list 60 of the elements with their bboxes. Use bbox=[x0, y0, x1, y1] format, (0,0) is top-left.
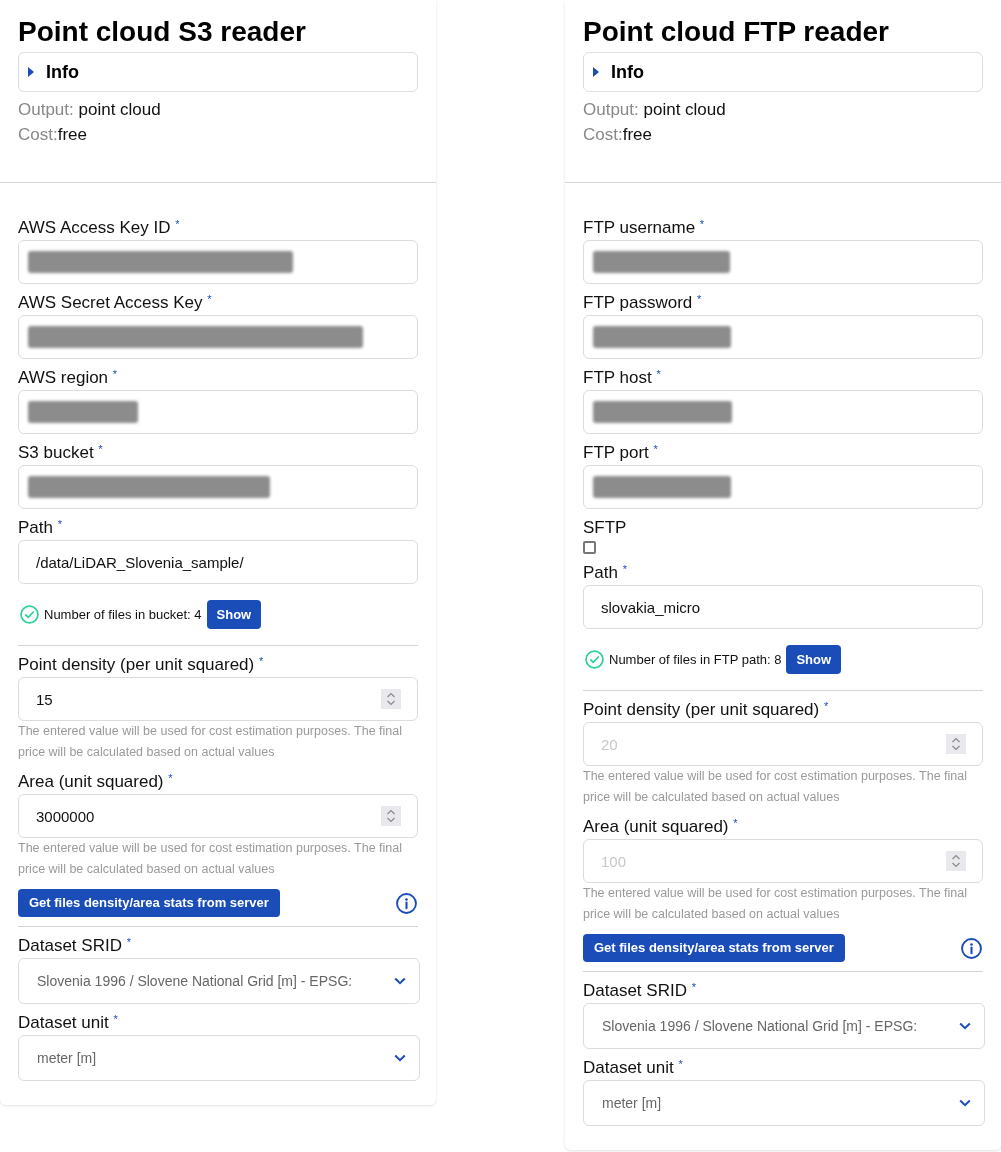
show-button[interactable]: Show bbox=[786, 645, 842, 674]
dropdown[interactable]: Slovenia 1996 / Slovene National Grid [m] - EPSG: bbox=[583, 1003, 985, 1049]
field-label: Area (unit squared) $^{*}$ bbox=[583, 815, 738, 838]
caret-icon bbox=[28, 67, 34, 77]
info-toggle[interactable]: Info bbox=[583, 52, 983, 92]
field-label: Path $^{*}$ bbox=[583, 561, 627, 584]
show-button[interactable]: Show bbox=[206, 600, 262, 629]
text-field[interactable]: slovakia_micro bbox=[583, 585, 983, 629]
check-circle-icon bbox=[585, 650, 604, 669]
field-label: FTP port $^{*}$ bbox=[583, 441, 658, 464]
field-label: Dataset SRID $^{*}$ bbox=[18, 934, 131, 957]
info-icon[interactable] bbox=[396, 892, 417, 914]
field-label: Point density (per unit squared) $^{*}$ bbox=[583, 698, 829, 721]
check-circle-icon bbox=[20, 605, 39, 624]
info-icon[interactable] bbox=[961, 937, 982, 959]
help-text: The entered value will be used for cost estimation purposes. The final price will be calculated based on actual values bbox=[18, 723, 403, 761]
dropdown[interactable]: meter [m] bbox=[583, 1080, 985, 1126]
field-label: FTP username $^{*}$ bbox=[583, 216, 705, 239]
stepper-icon[interactable] bbox=[381, 806, 401, 826]
field-label: Path $^{*}$ bbox=[18, 516, 62, 539]
stats-button[interactable]: Get files density/area stats from server bbox=[583, 934, 845, 962]
field-label: FTP password $^{*}$ bbox=[583, 291, 702, 314]
field-label: AWS Access Key ID $^{*}$ bbox=[18, 216, 180, 239]
chevron-down-icon bbox=[959, 1099, 971, 1107]
field-label: Dataset unit $^{*}$ bbox=[18, 1011, 118, 1034]
field-label: Dataset unit $^{*}$ bbox=[583, 1056, 683, 1079]
dropdown[interactable]: Slovenia 1996 / Slovene National Grid [m] - EPSG: bbox=[18, 958, 420, 1004]
chevron-down-icon bbox=[394, 977, 406, 985]
meta-text: Output: point cloud bbox=[18, 99, 161, 121]
meta-text: Output: point cloud bbox=[583, 99, 726, 121]
checkbox[interactable] bbox=[583, 540, 596, 554]
help-text: The entered value will be used for cost estimation purposes. The final price will be calculated based on actual values bbox=[583, 768, 968, 806]
dropdown[interactable]: meter [m] bbox=[18, 1035, 420, 1081]
text-field[interactable]: /data/LiDAR_Slovenia_sample/ bbox=[18, 540, 418, 584]
field-label: Area (unit squared) $^{*}$ bbox=[18, 770, 173, 793]
meta-text: Cost:free bbox=[583, 124, 652, 146]
number-field[interactable]: 15 bbox=[18, 677, 418, 721]
help-text: The entered value will be used for cost estimation purposes. The final price will be calculated based on actual values bbox=[18, 840, 403, 878]
chevron-down-icon bbox=[959, 1022, 971, 1030]
caret-icon bbox=[593, 67, 599, 77]
field-label: Dataset SRID $^{*}$ bbox=[583, 979, 696, 1002]
panel-title: Point cloud FTP reader bbox=[583, 15, 889, 49]
field-label: S3 bucket $^{*}$ bbox=[18, 441, 103, 464]
stepper-icon[interactable] bbox=[381, 689, 401, 709]
help-text: The entered value will be used for cost estimation purposes. The final price will be calculated based on actual values bbox=[583, 885, 968, 923]
field-label: AWS region $^{*}$ bbox=[18, 366, 118, 389]
info-toggle[interactable]: Info bbox=[18, 52, 418, 92]
field-label: FTP host $^{*}$ bbox=[583, 366, 661, 389]
stats-button[interactable]: Get files density/area stats from server bbox=[18, 889, 280, 917]
chevron-down-icon bbox=[394, 1054, 406, 1062]
status-text: Number of files in bucket: 4 bbox=[44, 605, 202, 624]
status-text: Number of files in FTP path: 8 bbox=[609, 650, 782, 669]
field-label: SFTP bbox=[583, 517, 627, 539]
number-field[interactable]: 3000000 bbox=[18, 794, 418, 838]
stepper-icon[interactable] bbox=[946, 851, 966, 871]
field-label: Point density (per unit squared) $^{*}$ bbox=[18, 653, 264, 676]
field-label: AWS Secret Access Key $^{*}$ bbox=[18, 291, 212, 314]
stepper-icon[interactable] bbox=[946, 734, 966, 754]
panel-title: Point cloud S3 reader bbox=[18, 15, 306, 49]
meta-text: Cost:free bbox=[18, 124, 87, 146]
